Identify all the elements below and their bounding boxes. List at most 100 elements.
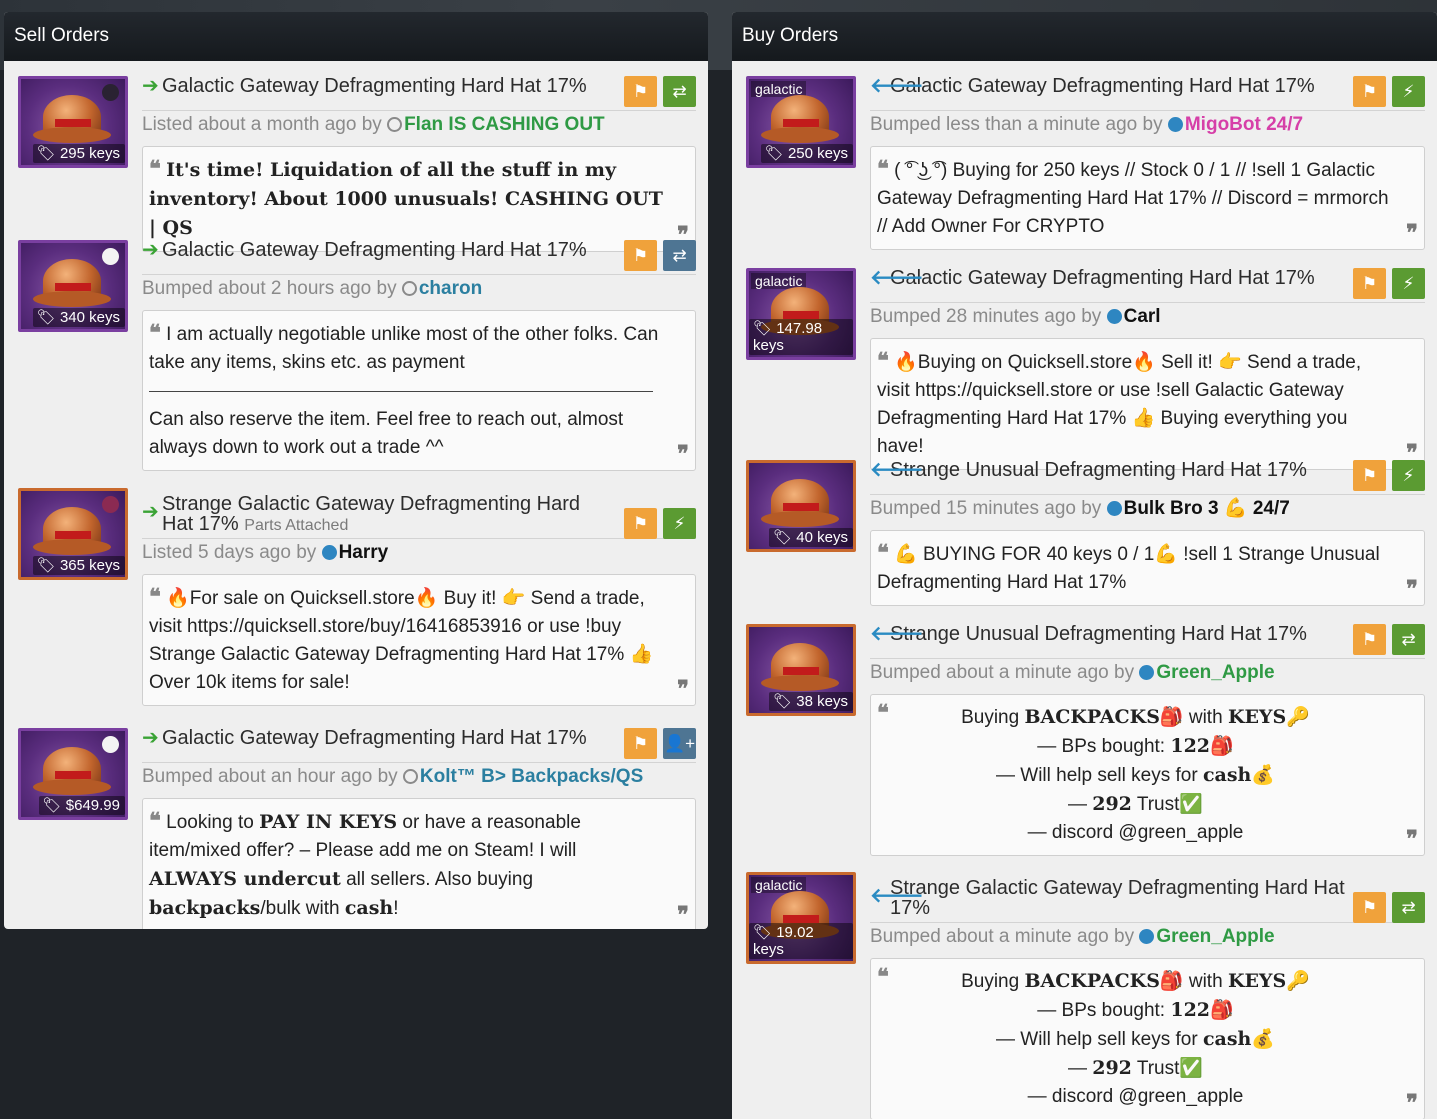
online-status-icon — [1139, 665, 1155, 680]
user-link[interactable]: charon — [419, 278, 482, 299]
buy-listing: 🏷 38 keys 🡐 Strange Unusual Defragmenting… — [746, 624, 1425, 864]
hat-icon — [33, 747, 111, 795]
paint-dot — [102, 248, 119, 265]
quote-open-icon: ❝ — [877, 964, 889, 990]
quote-close-icon: ❞ — [1406, 826, 1418, 852]
user-link[interactable]: Harry — [339, 542, 389, 563]
quote-open-icon: ❝ — [877, 540, 889, 566]
listing-comment: ❝ I am actually negotiable unlike most o… — [142, 310, 696, 471]
price-tag-icon: 🏷 — [773, 529, 793, 546]
flag-icon: ⚑ — [632, 81, 649, 101]
price-badge: 🏷 38 keys — [769, 692, 853, 711]
add-friend-icon: 👤+ — [663, 733, 696, 753]
trade-offer-button[interactable]: ⇄ — [663, 240, 696, 271]
arrow-left-icon: 🡐 — [870, 623, 924, 645]
trade-offer-button[interactable]: ⇄ — [1392, 624, 1425, 655]
item-name[interactable]: Strange Galactic Gateway Defragmenting H… — [162, 493, 580, 535]
item-image[interactable]: 🏷 38 keys — [746, 624, 856, 716]
item-name[interactable]: Strange Unusual Defragmenting Hard Hat 1… — [890, 459, 1307, 481]
listing-meta: Bumped 15 minutes ago by Bulk Bro 3 💪 24… — [870, 494, 1425, 521]
user-link[interactable]: Kolt™ B> Backpacks/QS — [420, 766, 643, 787]
lightning-icon: ⚡ — [673, 513, 686, 533]
listing-comment: ❝ 💪 BUYING FOR 40 keys 0 / 1💪 !sell 1 St… — [870, 530, 1425, 606]
item-image[interactable]: 🏷 365 keys — [18, 488, 128, 580]
quote-close-icon: ❞ — [677, 441, 689, 467]
report-flag-button[interactable]: ⚑ — [624, 76, 657, 107]
item-name[interactable]: Galactic Gateway Defragmenting Hard Hat … — [162, 239, 587, 261]
report-flag-button[interactable]: ⚑ — [1353, 268, 1386, 299]
report-flag-button[interactable]: ⚑ — [624, 508, 657, 539]
user-link[interactable]: Carl — [1124, 306, 1161, 327]
report-flag-button[interactable]: ⚑ — [1353, 460, 1386, 491]
arrow-right-icon: ➔ — [142, 239, 159, 261]
buy-listing: 🏷 40 keys 🡐 Strange Unusual Defragmenting… — [746, 460, 1425, 610]
report-flag-button[interactable]: ⚑ — [1353, 892, 1386, 923]
hat-icon — [33, 259, 111, 307]
price-tag-icon: 🏷 — [753, 924, 773, 941]
item-image[interactable]: galactic 🏷 147.98 keys — [746, 268, 856, 360]
item-image[interactable]: 🏷 340 keys — [18, 240, 128, 332]
sell-orders-panel: Sell Orders 🏷 295 keys ➔ Galactic Gateway… — [4, 12, 708, 929]
report-flag-button[interactable]: ⚑ — [624, 728, 657, 759]
quote-close-icon: ❞ — [677, 676, 689, 702]
item-image[interactable]: 🏷 $649.99 — [18, 728, 128, 820]
buy-listing: galactic 🏷 147.98 keys 🡐 Galactic Gateway… — [746, 267, 1425, 470]
online-status-icon — [1106, 309, 1122, 324]
listing-meta: Listed about a month ago by Flan IS CASH… — [142, 110, 696, 137]
hat-icon — [761, 479, 839, 527]
listing-meta: Bumped about an hour ago by Kolt™ B> Bac… — [142, 762, 696, 789]
instant-trade-button[interactable]: ⚡ — [663, 508, 696, 539]
report-flag-button[interactable]: ⚑ — [1353, 76, 1386, 107]
listing-comment: ❝ Buying BACKPACKS🎒 with KEYS🔑 — BPs bou… — [870, 958, 1425, 1119]
item-name[interactable]: Galactic Gateway Defragmenting Hard Hat … — [162, 727, 587, 749]
listing-meta: Listed 5 days ago by Harry — [142, 538, 696, 565]
arrow-right-icon: ➔ — [142, 75, 159, 97]
user-link[interactable]: Green_Apple — [1156, 926, 1274, 947]
user-link[interactable]: Bulk Bro 3 💪 24/7 — [1124, 498, 1290, 519]
price-badge: 🏷 40 keys — [769, 528, 853, 547]
item-image[interactable]: 🏷 40 keys — [746, 460, 856, 552]
listing-meta: Bumped less than a minute ago by MigoBot… — [870, 110, 1425, 137]
hat-icon — [33, 95, 111, 143]
flag-icon: ⚑ — [632, 733, 649, 753]
price-badge: 🏷 295 keys — [32, 144, 125, 163]
arrow-right-icon: ➔ — [142, 727, 159, 749]
quote-open-icon: ❝ — [149, 808, 161, 834]
price-tag-icon: 🏷 — [42, 797, 62, 814]
listing-comment: ❝ Looking to PAY IN KEYS or have a reaso… — [142, 798, 696, 929]
instant-trade-button[interactable]: ⚡ — [1392, 460, 1425, 491]
trade-offer-button[interactable]: ⇄ — [1392, 892, 1425, 923]
flag-icon: ⚑ — [1361, 465, 1378, 485]
paint-dot — [102, 496, 119, 513]
trade-offer-button[interactable]: ⇄ — [663, 76, 696, 107]
quote-open-icon: ❝ — [149, 320, 161, 346]
listing-meta: Bumped about 2 hours ago by charon — [142, 274, 696, 301]
item-image[interactable]: galactic 🏷 250 keys — [746, 76, 856, 168]
offline-status-icon — [387, 117, 403, 132]
online-status-icon — [1139, 929, 1155, 944]
quote-close-icon: ❞ — [1406, 220, 1418, 246]
instant-trade-button[interactable]: ⚡ — [1392, 268, 1425, 299]
quote-open-icon: ❝ — [877, 348, 889, 374]
instant-trade-button[interactable]: ⚡ — [1392, 76, 1425, 107]
lightning-icon: ⚡ — [1402, 81, 1415, 101]
item-name[interactable]: Strange Unusual Defragmenting Hard Hat 1… — [890, 623, 1307, 645]
item-name[interactable]: Strange Galactic Gateway Defragmenting H… — [890, 877, 1345, 919]
add-friend-button[interactable]: 👤+ — [663, 728, 696, 759]
quote-close-icon: ❞ — [1406, 1090, 1418, 1116]
user-link[interactable]: MigoBot 24/7 — [1185, 114, 1303, 135]
online-status-icon — [321, 545, 337, 560]
item-image[interactable]: galactic 🏷 19.02 keys — [746, 872, 856, 964]
buy-orders-panel: Buy Orders galactic 🏷 250 keys 🡐 Galactic… — [732, 12, 1437, 1119]
user-link[interactable]: Flan IS CASHING OUT — [404, 114, 605, 135]
item-image[interactable]: 🏷 295 keys — [18, 76, 128, 168]
report-flag-button[interactable]: ⚑ — [624, 240, 657, 271]
report-flag-button[interactable]: ⚑ — [1353, 624, 1386, 655]
item-name[interactable]: Galactic Gateway Defragmenting Hard Hat … — [890, 75, 1315, 97]
item-name[interactable]: Galactic Gateway Defragmenting Hard Hat … — [890, 267, 1315, 289]
listing-meta: Bumped about a minute ago by Green_Apple — [870, 922, 1425, 949]
sell-listing: 🏷 295 keys ➔ Galactic Gateway Defragmenti… — [18, 75, 696, 252]
quote-close-icon: ❞ — [677, 902, 689, 928]
user-link[interactable]: Green_Apple — [1156, 662, 1274, 683]
item-name[interactable]: Galactic Gateway Defragmenting Hard Hat … — [162, 75, 587, 97]
